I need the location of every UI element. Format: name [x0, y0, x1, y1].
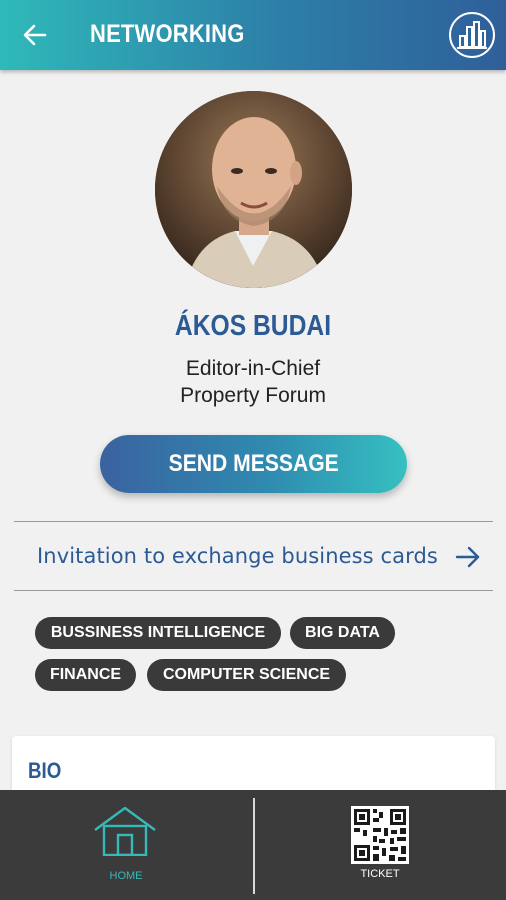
- nav-home-label: HOME: [109, 870, 143, 882]
- profile-title: Editor-in-Chief: [185, 357, 321, 380]
- arrow-left-icon: [23, 24, 47, 46]
- nav-home[interactable]: HOME: [0, 790, 253, 900]
- tag: COMPUTER SCIENCE: [147, 659, 346, 691]
- home-icon: [94, 806, 156, 856]
- send-message-label: SEND MESSAGE: [168, 450, 339, 477]
- profile-avatar: [155, 91, 352, 288]
- arrow-right-icon: [455, 546, 480, 568]
- tag: FINANCE: [35, 659, 136, 691]
- send-message-button[interactable]: SEND MESSAGE: [100, 435, 407, 493]
- profile-company: Property Forum: [180, 384, 326, 407]
- bar-chart-icon: [457, 21, 487, 49]
- tag: BUSSINESS INTELLIGENCE: [35, 617, 281, 649]
- app-header: NETWORKING: [0, 0, 506, 70]
- profile-name: ÁKOS BUDAI: [174, 310, 332, 342]
- nav-ticket[interactable]: TICKET: [255, 790, 506, 900]
- bottom-navigation: HOME TICKET: [0, 790, 506, 900]
- profile-photo: [155, 91, 352, 288]
- page-title: NETWORKING: [90, 20, 245, 48]
- invitation-link[interactable]: Invitation to exchange business cards: [14, 522, 493, 590]
- tag: BIG DATA: [290, 617, 395, 649]
- bio-title: BIO: [28, 758, 62, 783]
- invitation-label: Invitation to exchange business cards: [37, 544, 438, 568]
- divider: [14, 590, 493, 591]
- back-button[interactable]: [18, 18, 52, 52]
- nav-ticket-label: TICKET: [360, 868, 400, 880]
- stats-button[interactable]: [449, 12, 495, 58]
- qr-code-icon: [351, 806, 409, 864]
